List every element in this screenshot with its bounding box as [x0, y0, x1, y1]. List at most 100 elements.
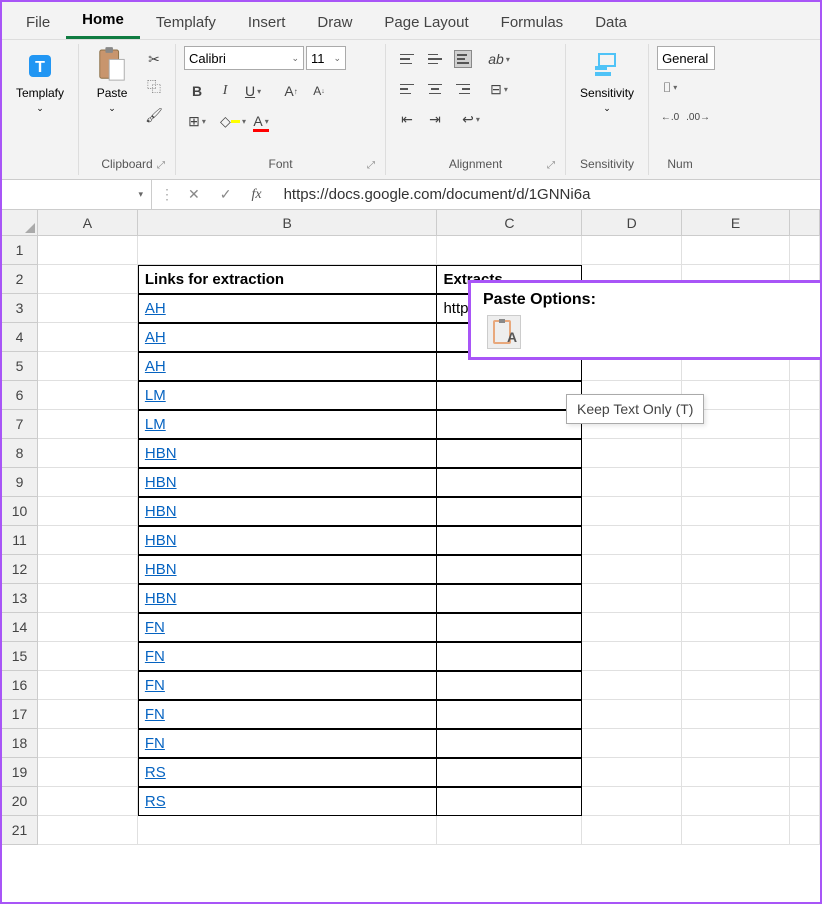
accounting-format-button[interactable]: ⌷ — [657, 74, 683, 100]
increase-decimal-button[interactable]: ←.0 — [657, 104, 683, 130]
link-B10[interactable]: HBN — [145, 503, 177, 520]
cell-B2[interactable]: Links for extraction — [138, 265, 438, 294]
row-header-6[interactable]: 6 — [2, 381, 38, 410]
cell-B7[interactable]: LM — [138, 410, 438, 439]
cell-F6[interactable] — [790, 381, 820, 410]
link-B6[interactable]: LM — [145, 387, 166, 404]
cell-F8[interactable] — [790, 439, 820, 468]
col-header-B[interactable]: B — [138, 210, 438, 236]
cell-A17[interactable] — [38, 700, 138, 729]
link-B13[interactable]: HBN — [145, 590, 177, 607]
cell-C10[interactable] — [437, 497, 582, 526]
align-bottom-button[interactable] — [450, 46, 476, 72]
orientation-button[interactable]: ab — [486, 46, 512, 72]
font-launcher[interactable]: ⤢ — [367, 160, 375, 171]
cell-C14[interactable] — [437, 613, 582, 642]
tab-data[interactable]: Data — [579, 6, 643, 39]
cell-E15[interactable] — [682, 642, 790, 671]
tab-page-layout[interactable]: Page Layout — [368, 6, 484, 39]
borders-button[interactable]: ⊞ — [184, 108, 210, 134]
cell-F7[interactable] — [790, 410, 820, 439]
row-header-10[interactable]: 10 — [2, 497, 38, 526]
cell-E19[interactable] — [682, 758, 790, 787]
row-header-16[interactable]: 16 — [2, 671, 38, 700]
row-header-21[interactable]: 21 — [2, 816, 38, 845]
col-header-F[interactable] — [790, 210, 820, 236]
link-B4[interactable]: AH — [145, 329, 166, 346]
cell-B15[interactable]: FN — [138, 642, 438, 671]
cell-D15[interactable] — [582, 642, 682, 671]
align-center-button[interactable] — [422, 76, 448, 102]
align-middle-button[interactable] — [422, 46, 448, 72]
cell-B11[interactable]: HBN — [138, 526, 438, 555]
cell-D21[interactable] — [582, 816, 682, 845]
cell-A20[interactable] — [38, 787, 138, 816]
cell-E21[interactable] — [682, 816, 790, 845]
paste-button[interactable]: Paste⌄ — [87, 46, 137, 119]
font-size-select[interactable]: 11⌄ — [306, 46, 346, 70]
cell-C21[interactable] — [437, 816, 582, 845]
select-all-corner[interactable] — [2, 210, 38, 236]
cell-D10[interactable] — [582, 497, 682, 526]
cell-C17[interactable] — [437, 700, 582, 729]
cell-A9[interactable] — [38, 468, 138, 497]
cell-A15[interactable] — [38, 642, 138, 671]
number-format-select[interactable]: General — [657, 46, 715, 70]
link-B11[interactable]: HBN — [145, 532, 177, 549]
cell-A21[interactable] — [38, 816, 138, 845]
link-B8[interactable]: HBN — [145, 445, 177, 462]
align-left-button[interactable] — [394, 76, 420, 102]
cell-F20[interactable] — [790, 787, 820, 816]
decrease-indent-button[interactable]: ⇤ — [394, 106, 420, 132]
tab-templafy[interactable]: Templafy — [140, 6, 232, 39]
cell-F14[interactable] — [790, 613, 820, 642]
cell-F10[interactable] — [790, 497, 820, 526]
cell-B5[interactable]: AH — [138, 352, 438, 381]
cell-E14[interactable] — [682, 613, 790, 642]
sensitivity-button[interactable]: Sensitivity⌄ — [574, 46, 640, 119]
cancel-formula-button[interactable]: ✕ — [182, 184, 206, 205]
templafy-button[interactable]: T Templafy⌄ — [10, 46, 70, 119]
cell-C7[interactable] — [437, 410, 582, 439]
cell-C12[interactable] — [437, 555, 582, 584]
cell-F15[interactable] — [790, 642, 820, 671]
row-header-3[interactable]: 3 — [2, 294, 38, 323]
cell-F12[interactable] — [790, 555, 820, 584]
align-top-button[interactable] — [394, 46, 420, 72]
cell-C18[interactable] — [437, 729, 582, 758]
decrease-decimal-button[interactable]: .00→ — [685, 104, 711, 130]
underline-button[interactable]: U — [240, 78, 266, 104]
cell-B20[interactable]: RS — [138, 787, 438, 816]
link-B17[interactable]: FN — [145, 706, 165, 723]
cell-F19[interactable] — [790, 758, 820, 787]
cell-C13[interactable] — [437, 584, 582, 613]
cell-F13[interactable] — [790, 584, 820, 613]
cell-E12[interactable] — [682, 555, 790, 584]
cell-C16[interactable] — [437, 671, 582, 700]
cell-A8[interactable] — [38, 439, 138, 468]
col-header-A[interactable]: A — [38, 210, 138, 236]
row-header-7[interactable]: 7 — [2, 410, 38, 439]
cell-A19[interactable] — [38, 758, 138, 787]
cell-C6[interactable] — [437, 381, 582, 410]
cell-D17[interactable] — [582, 700, 682, 729]
row-header-11[interactable]: 11 — [2, 526, 38, 555]
link-B5[interactable]: AH — [145, 358, 166, 375]
row-header-2[interactable]: 2 — [2, 265, 38, 294]
cell-B4[interactable]: AH — [138, 323, 438, 352]
col-header-C[interactable]: C — [437, 210, 582, 236]
cell-B1[interactable] — [138, 236, 438, 265]
cell-C9[interactable] — [437, 468, 582, 497]
cell-E17[interactable] — [682, 700, 790, 729]
row-header-1[interactable]: 1 — [2, 236, 38, 265]
cell-B16[interactable]: FN — [138, 671, 438, 700]
cell-A6[interactable] — [38, 381, 138, 410]
cell-D1[interactable] — [582, 236, 682, 265]
row-header-13[interactable]: 13 — [2, 584, 38, 613]
cell-A12[interactable] — [38, 555, 138, 584]
link-B12[interactable]: HBN — [145, 561, 177, 578]
tab-formulas[interactable]: Formulas — [485, 6, 580, 39]
cell-E11[interactable] — [682, 526, 790, 555]
cut-button[interactable]: ✂ — [141, 46, 167, 72]
merge-button[interactable]: ⊟ — [486, 76, 512, 102]
